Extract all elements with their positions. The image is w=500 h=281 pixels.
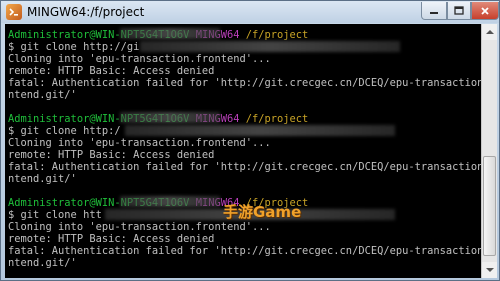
arrow-up-icon [485,30,494,34]
scroll-down-button[interactable] [482,262,497,278]
redaction-blur [120,28,220,39]
close-button[interactable] [471,2,499,20]
terminal-line: $ git clone http://gi [8,41,140,53]
terminal-line: remote: HTTP Basic: Access denied [8,149,215,161]
window-title: MINGW64:/f/project [27,5,145,19]
terminal-line: fatal: Authentication failed for 'http:/… [8,245,481,257]
terminal-output[interactable]: Administrator@WIN-NPT5G4T1O6V MINGW64 /f… [5,24,481,278]
close-icon [481,6,489,15]
terminal-line: fatal: Authentication failed for 'http:/… [8,77,481,89]
redaction-blur [120,112,220,123]
terminal-line: remote: HTTP Basic: Access denied [8,65,215,77]
minimize-button[interactable] [421,2,447,20]
maximize-icon [454,6,464,15]
terminal-line: fatal: Authentication failed for 'http:/… [8,161,481,173]
terminal-line: ntend.git/' [8,89,77,101]
terminal-line: remote: HTTP Basic: Access denied [8,233,215,245]
title-bar[interactable]: MINGW64:/f/project [1,1,499,23]
minimize-icon [430,11,438,14]
prompt-path: /f/project [245,113,309,125]
git-bash-icon[interactable] [6,4,22,20]
vertical-scrollbar[interactable] [481,24,497,278]
scroll-thumb[interactable] [483,156,496,256]
terminal-line: ntend.git/' [8,173,77,185]
terminal-line: $ git clone htt [8,209,102,221]
redaction-blur [120,196,220,207]
terminal-line: $ git clone http:/ [8,125,121,137]
terminal-window: MINGW64:/f/project Administrator@WIN-NPT… [0,0,500,281]
redaction-blur [140,41,400,52]
watermark: 手游Game [223,203,302,221]
arrow-down-icon [485,268,494,272]
terminal-line: Cloning into 'epu-transaction.frontend'.… [8,221,271,233]
terminal-line: ntend.git/' [8,257,77,269]
redaction-blur [125,125,395,136]
maximize-button[interactable] [447,2,471,20]
prompt-path: /f/project [245,29,309,41]
terminal-line: Cloning into 'epu-transaction.frontend'.… [8,137,271,149]
scroll-up-button[interactable] [482,24,497,40]
terminal-line: Cloning into 'epu-transaction.frontend'.… [8,53,271,65]
